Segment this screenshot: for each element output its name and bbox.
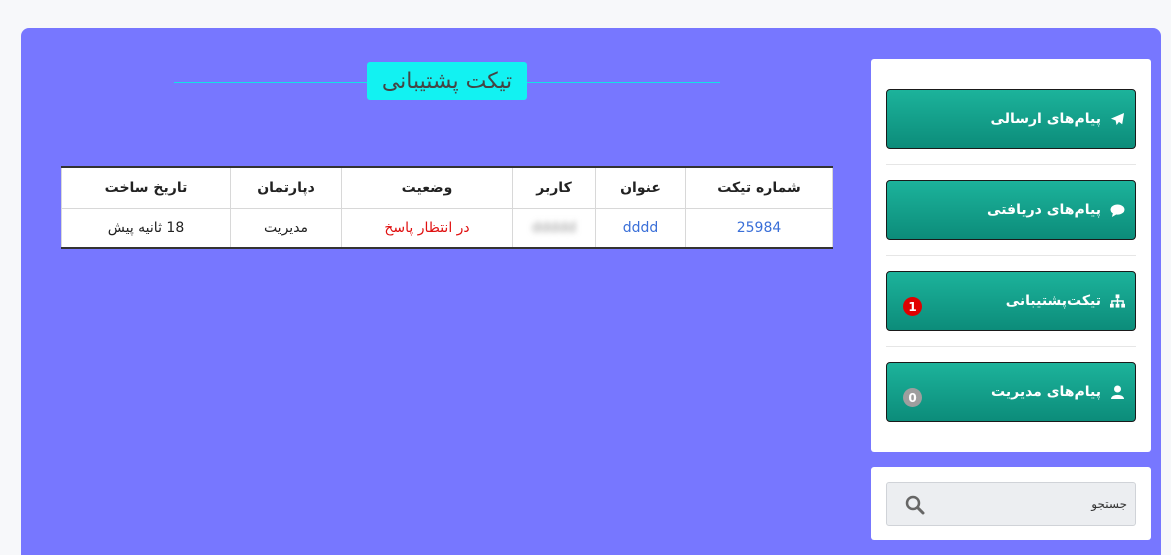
sidebar-item-admin-messages[interactable]: 0 پیام‌های مدیریت: [886, 362, 1136, 422]
user-icon: [1109, 384, 1125, 400]
header-ticket-number: شماره تیکت: [685, 166, 833, 209]
ticket-status: در انتظار پاسخ: [341, 207, 513, 249]
search-input[interactable]: [937, 483, 1127, 525]
sidebar-item-label: پیام‌های ارسالی: [990, 111, 1101, 127]
comment-icon: [1109, 202, 1125, 218]
paper-plane-icon: [1109, 111, 1125, 127]
ticket-count-badge: 1: [903, 297, 922, 316]
admin-count-badge: 0: [903, 388, 922, 407]
ticket-number-link[interactable]: 25984: [685, 207, 833, 249]
tickets-table: شماره تیکت عنوان کاربر وضعیت دپارتمان تا…: [61, 166, 833, 249]
header-status: وضعیت: [341, 166, 513, 209]
search-card: [871, 467, 1151, 540]
page-title-area: تیکت پشتیبانی: [174, 62, 720, 100]
sidebar-item-sent-messages[interactable]: پیام‌های ارسالی: [886, 89, 1136, 149]
sidebar-item-support-ticket[interactable]: 1 تیکت‌پشتیبانی: [886, 271, 1136, 331]
sidebar-item-received-messages[interactable]: پیام‌های دریافتی: [886, 180, 1136, 240]
ticket-department: مدیریت: [230, 207, 342, 249]
search-icon[interactable]: [905, 495, 925, 515]
ticket-user: ddddd: [512, 207, 596, 249]
table-row: 25984 dddd ddddd در انتظار پاسخ مدیریت 1…: [61, 207, 833, 249]
sidebar-item-label: پیام‌های مدیریت: [991, 384, 1101, 400]
ticket-created: 18 ثانیه پیش: [61, 207, 231, 249]
search-box: [886, 482, 1136, 526]
ticket-subject-link[interactable]: dddd: [595, 207, 686, 249]
page-title: تیکت پشتیبانی: [367, 62, 527, 100]
sidebar-item-label: تیکت‌پشتیبانی: [1005, 293, 1101, 309]
sitemap-icon: [1109, 293, 1125, 309]
sidebar-divider: [886, 164, 1136, 165]
header-subject: عنوان: [595, 166, 686, 209]
sidebar: پیام‌های ارسالی پیام‌های دریافتی 1 تیکت‌…: [871, 59, 1151, 452]
sidebar-divider: [886, 346, 1136, 347]
header-user: کاربر: [512, 166, 596, 209]
sidebar-divider: [886, 255, 1136, 256]
header-department: دپارتمان: [230, 166, 342, 209]
sidebar-item-label: پیام‌های دریافتی: [987, 202, 1101, 218]
header-created: تاریخ ساخت: [61, 166, 231, 209]
table-header-row: شماره تیکت عنوان کاربر وضعیت دپارتمان تا…: [61, 166, 833, 209]
